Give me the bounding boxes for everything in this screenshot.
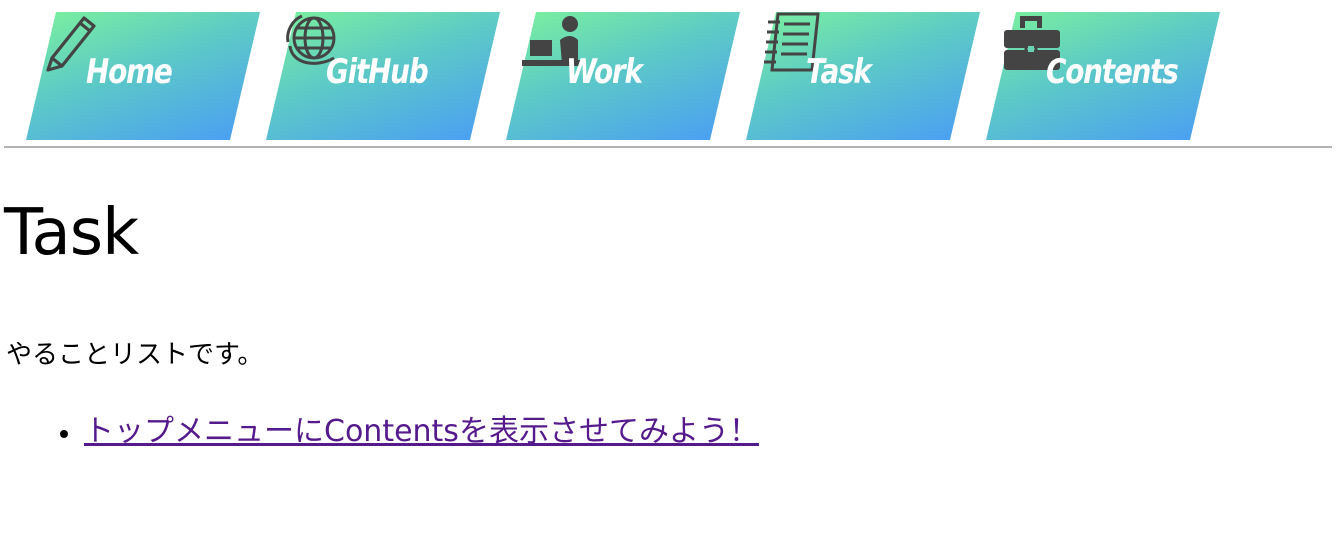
page-title: Task (4, 196, 139, 270)
nav-item-contents[interactable]: Contents (986, 12, 1220, 140)
bullet-icon (60, 430, 68, 438)
nav-item-work[interactable]: Work (506, 12, 740, 140)
list-item: トップメニューにContentsを表示させてみよう！ (60, 410, 759, 454)
nav-item-home[interactable]: Home (26, 12, 260, 140)
task-link[interactable]: トップメニューにContentsを表示させてみよう！ (84, 414, 759, 449)
page-intro: やることリストです。 (6, 340, 264, 370)
nav-item-label: Home (86, 52, 173, 92)
nav-item-github[interactable]: GitHub (266, 12, 500, 140)
nav-item-task[interactable]: Task (746, 12, 980, 140)
top-menu: Home GitHub Work Task Contents (4, 0, 1332, 148)
nav-item-label: GitHub (326, 52, 429, 92)
nav-item-label: Work (566, 52, 643, 92)
task-list: トップメニューにContentsを表示させてみよう！ (60, 410, 759, 454)
nav-item-label: Contents (1046, 52, 1179, 92)
nav-item-label: Task (806, 52, 872, 92)
